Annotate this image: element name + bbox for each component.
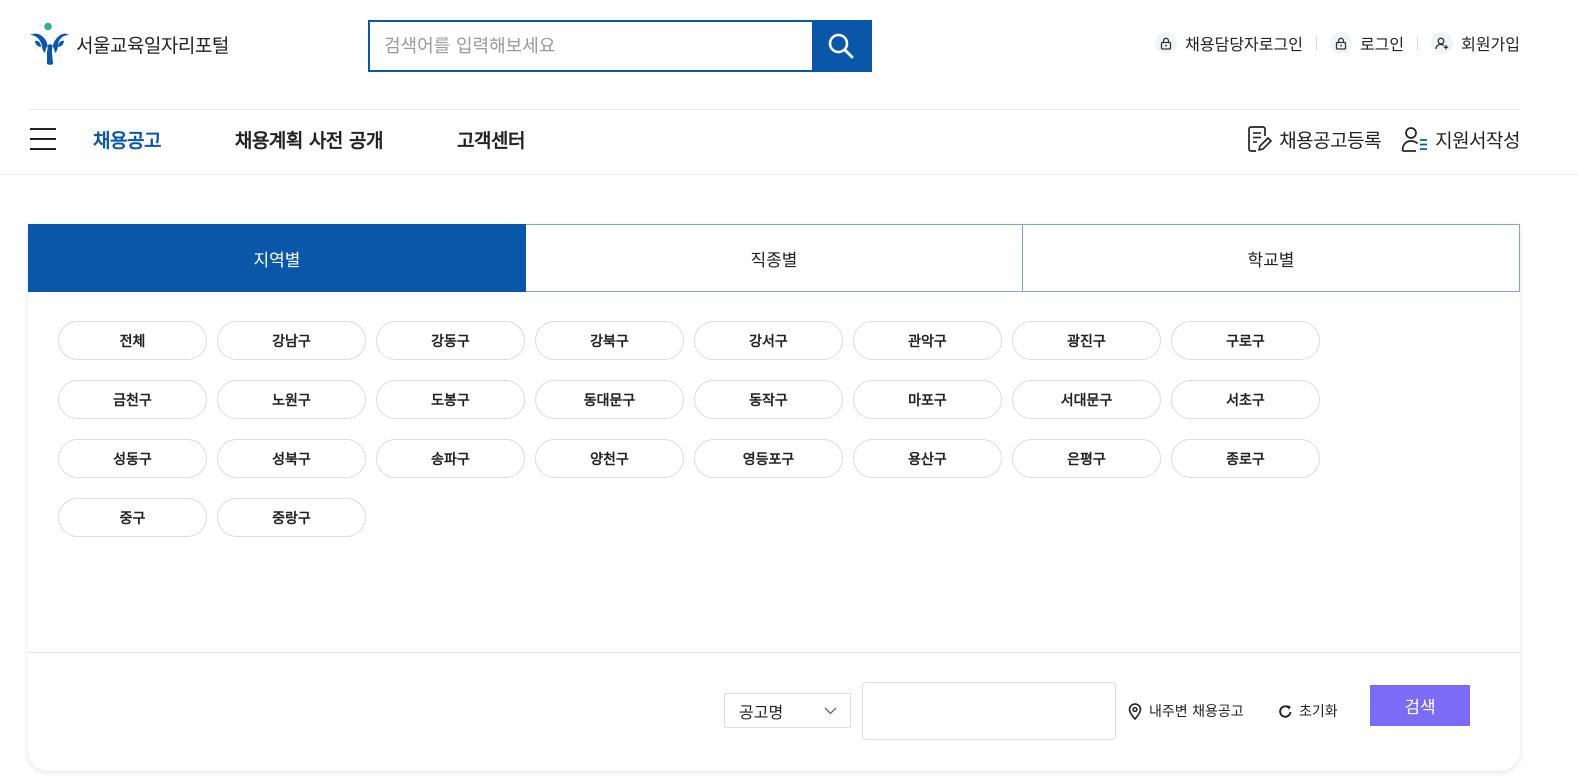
keyword-input[interactable] xyxy=(862,682,1116,740)
reset-button[interactable]: 초기화 xyxy=(1278,701,1338,721)
tab-by-job-type[interactable]: 직종별 xyxy=(526,224,1023,292)
site-logo[interactable]: 서울교육일자리포털 xyxy=(28,22,229,66)
district-button[interactable]: 종로구 xyxy=(1171,439,1320,478)
divider xyxy=(1417,36,1419,50)
district-button[interactable]: 성동구 xyxy=(58,439,207,478)
divider xyxy=(0,174,1578,175)
signup-link[interactable]: 회원가입 xyxy=(1431,31,1520,55)
nav-item-customer-center[interactable]: 고객센터 xyxy=(457,126,525,153)
divider xyxy=(1315,36,1317,50)
filter-tabs: 지역별 직종별 학교별 xyxy=(28,224,1520,292)
user-add-icon xyxy=(1431,32,1454,54)
district-button[interactable]: 도봉구 xyxy=(376,380,525,419)
tab-by-school[interactable]: 학교별 xyxy=(1023,224,1520,292)
district-button[interactable]: 강남구 xyxy=(217,321,366,360)
district-button[interactable]: 용산구 xyxy=(853,439,1002,478)
search-field-select[interactable]: 공고명 xyxy=(724,693,851,728)
district-button[interactable]: 강북구 xyxy=(535,321,684,360)
refresh-icon xyxy=(1279,704,1292,718)
global-search xyxy=(368,20,872,72)
district-button[interactable]: 성북구 xyxy=(217,439,366,478)
location-pin-icon xyxy=(1128,702,1142,720)
logo-text: 서울교육일자리포털 xyxy=(76,34,229,57)
reset-label: 초기화 xyxy=(1299,704,1338,720)
district-button[interactable]: 관악구 xyxy=(853,321,1002,360)
district-button[interactable]: 서대문구 xyxy=(1012,380,1161,419)
search-submit-button[interactable]: 검색 xyxy=(1370,685,1470,726)
district-button[interactable]: 영등포구 xyxy=(694,439,843,478)
district-button[interactable]: 금천구 xyxy=(58,380,207,419)
signup-label: 회원가입 xyxy=(1461,35,1520,54)
tab-by-region[interactable]: 지역별 xyxy=(28,224,526,292)
district-button[interactable]: 양천구 xyxy=(535,439,684,478)
logo-emblem-icon xyxy=(30,22,69,65)
main-nav: 채용공고 채용계획 사전 공개 고객센터 xyxy=(93,126,599,153)
recruiter-login-label: 채용담당자로그인 xyxy=(1185,35,1303,54)
user-list-icon xyxy=(1401,127,1428,152)
nav-actions: 채용공고등록 지원서작성 xyxy=(1247,125,1520,153)
filter-panel: 지역별 직종별 학교별 전체 강남구 강동구 강북구 강서구 관악구 광진구 구… xyxy=(28,224,1520,771)
district-button[interactable]: 노원구 xyxy=(217,380,366,419)
district-button[interactable]: 마포구 xyxy=(853,380,1002,419)
search-icon xyxy=(828,33,854,59)
nearby-postings-label: 내주변 채용공고 xyxy=(1149,704,1244,720)
district-button[interactable]: 동대문구 xyxy=(535,380,684,419)
district-button[interactable]: 서초구 xyxy=(1171,380,1320,419)
lock-icon xyxy=(1329,32,1352,54)
register-posting-link[interactable]: 채용공고등록 xyxy=(1247,125,1382,153)
district-button[interactable]: 광진구 xyxy=(1012,321,1161,360)
district-button[interactable]: 중구 xyxy=(58,498,207,537)
lock-icon xyxy=(1155,32,1178,54)
nav-item-hiring-plan[interactable]: 채용계획 사전 공개 xyxy=(235,126,384,153)
nearby-postings-link[interactable]: 내주변 채용공고 xyxy=(1128,701,1244,721)
login-link[interactable]: 로그인 xyxy=(1329,31,1405,55)
district-list: 전체 강남구 강동구 강북구 강서구 관악구 광진구 구로구 금천구 노원구 도… xyxy=(58,321,1320,537)
utility-links: 채용담당자로그인 로그인 회원가입 xyxy=(1155,31,1520,55)
chevron-down-icon xyxy=(824,707,837,715)
login-label: 로그인 xyxy=(1359,35,1405,54)
district-button[interactable]: 강동구 xyxy=(376,321,525,360)
write-application-label: 지원서작성 xyxy=(1435,129,1520,152)
district-button[interactable]: 구로구 xyxy=(1171,321,1320,360)
divider xyxy=(28,109,1520,110)
district-button[interactable]: 중랑구 xyxy=(217,498,366,537)
district-button[interactable]: 동작구 xyxy=(694,380,843,419)
write-application-link[interactable]: 지원서작성 xyxy=(1401,125,1520,153)
register-posting-label: 채용공고등록 xyxy=(1279,129,1382,152)
menu-icon[interactable] xyxy=(30,128,56,150)
search-input[interactable] xyxy=(370,22,812,70)
district-button[interactable]: 송파구 xyxy=(376,439,525,478)
document-edit-icon xyxy=(1248,126,1273,152)
search-button[interactable] xyxy=(812,22,870,70)
district-button[interactable]: 은평구 xyxy=(1012,439,1161,478)
nav-item-job-postings[interactable]: 채용공고 xyxy=(93,126,161,153)
district-button[interactable]: 전체 xyxy=(58,321,207,360)
recruiter-login-link[interactable]: 채용담당자로그인 xyxy=(1155,31,1303,55)
search-field-value: 공고명 xyxy=(739,702,784,722)
posting-search-bar: 공고명 내주변 채용공고 초기화 검색 xyxy=(28,652,1520,771)
district-button[interactable]: 강서구 xyxy=(694,321,843,360)
